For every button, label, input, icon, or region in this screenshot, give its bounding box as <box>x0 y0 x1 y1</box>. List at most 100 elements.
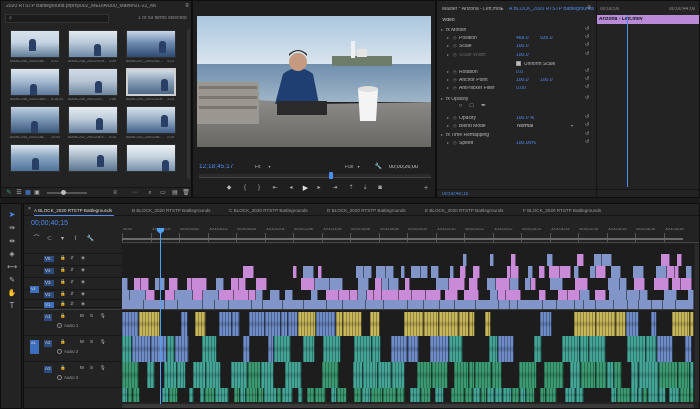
mute-button[interactable]: M <box>80 339 84 345</box>
stopwatch-icon[interactable]: ◷ <box>453 124 457 128</box>
timeline-clip[interactable] <box>494 388 503 402</box>
timeline-clip[interactable] <box>593 254 603 266</box>
wrench-icon[interactable]: 🔧 <box>375 163 382 171</box>
timeline-clip[interactable] <box>317 266 323 278</box>
timeline-clip[interactable] <box>546 388 557 402</box>
lock-icon[interactable]: 🔒 <box>60 301 66 307</box>
reset-icon[interactable]: ↺ <box>585 132 589 137</box>
timeline-clip[interactable] <box>269 290 280 300</box>
timeline-clip[interactable] <box>261 362 274 388</box>
timeline-clip[interactable] <box>616 312 627 336</box>
timeline-clip[interactable] <box>356 266 365 278</box>
stopwatch-icon[interactable]: ◷ <box>453 86 457 90</box>
chevron-right-icon[interactable]: ▸ <box>447 116 449 120</box>
timeline-clip[interactable] <box>303 300 328 309</box>
timeline-clip[interactable] <box>677 362 691 388</box>
sync-icon[interactable]: ⇵ <box>70 291 74 297</box>
lock-icon[interactable]: 🔒 <box>60 313 66 319</box>
timeline-clip[interactable] <box>434 388 444 402</box>
timeline-clip[interactable] <box>436 278 449 290</box>
timeline-clip[interactable] <box>512 388 521 402</box>
timeline-clip[interactable] <box>595 312 617 336</box>
chevron-right-icon[interactable]: ▸ <box>447 53 449 57</box>
timeline-clip[interactable] <box>204 388 216 402</box>
timeline-clip[interactable] <box>248 312 266 336</box>
source-patch-v1[interactable]: V1 <box>30 286 39 293</box>
extract-icon[interactable]: ⇣ <box>361 184 369 192</box>
chevron-right-icon[interactable]: ▸ <box>447 124 449 128</box>
timeline-clip[interactable] <box>502 388 513 402</box>
go-to-out-icon[interactable]: ⇥ <box>331 184 339 192</box>
timeline-clip[interactable] <box>548 266 560 278</box>
timeline-clip[interactable] <box>538 290 547 300</box>
program-scrub-bar[interactable] <box>199 174 431 178</box>
timeline-clip[interactable] <box>411 290 427 300</box>
timeline-clip[interactable] <box>315 312 336 336</box>
timeline-clip[interactable] <box>489 290 499 300</box>
timeline-clip[interactable] <box>389 278 400 290</box>
clip-thumbnail[interactable] <box>68 144 118 172</box>
timeline-clip[interactable] <box>473 388 481 402</box>
mute-button[interactable]: M <box>80 365 84 371</box>
timeline-clip[interactable] <box>139 312 160 336</box>
timeline-clip[interactable] <box>511 254 517 266</box>
solo-button[interactable]: S <box>90 365 93 371</box>
timeline-clip[interactable] <box>122 362 139 388</box>
timeline-clip[interactable] <box>206 362 221 388</box>
timeline-clip[interactable] <box>130 290 146 300</box>
timeline-hscroll[interactable] <box>122 404 694 408</box>
timeline-clip[interactable] <box>193 362 206 388</box>
clip-thumbnail[interactable] <box>10 30 60 58</box>
new-bin-icon[interactable]: ▭ <box>159 188 167 197</box>
play-icon[interactable]: ▶ <box>301 184 310 192</box>
clip-thumbnail[interactable] <box>126 106 176 134</box>
timeline-clip[interactable] <box>364 266 373 278</box>
effect-controls-master-tab[interactable]: Master * Arizona - Left.mov <box>442 7 502 12</box>
timeline-clip[interactable] <box>581 362 596 388</box>
timeline-clip[interactable] <box>632 266 644 278</box>
timeline-clip[interactable] <box>122 300 145 309</box>
timeline-clip[interactable] <box>215 278 224 290</box>
timeline-clip[interactable] <box>203 300 215 309</box>
pen-tool-icon[interactable]: ✎ <box>6 275 18 285</box>
timeline-clip[interactable] <box>357 290 367 300</box>
step-back-icon[interactable]: ◂ <box>287 184 295 192</box>
timeline-clip[interactable] <box>365 300 384 309</box>
timeline-clip[interactable] <box>363 362 378 388</box>
timeline-clip[interactable] <box>609 290 627 300</box>
timeline-clip[interactable] <box>188 388 195 402</box>
timeline-clip[interactable] <box>580 336 590 362</box>
zoom-slider[interactable] <box>47 192 87 194</box>
track-label[interactable]: V5 <box>44 256 54 262</box>
linked-selection-icon[interactable]: ⊂ <box>46 235 53 242</box>
timeline-clip[interactable] <box>454 362 469 388</box>
timeline-clip[interactable] <box>282 300 304 309</box>
mark-clip-icon[interactable]: } <box>255 184 263 192</box>
chevron-right-icon[interactable]: ▸ <box>447 36 449 40</box>
timeline-clip[interactable] <box>256 278 267 290</box>
timeline-clip[interactable] <box>265 312 282 336</box>
timeline-clip[interactable] <box>498 290 506 300</box>
timeline-clip[interactable] <box>174 336 189 362</box>
timeline-clip[interactable] <box>463 290 480 300</box>
effect-controls-clip-tab[interactable]: A BLOCK_2020 RTSTP Battlegrounds <box>509 7 594 12</box>
timeline-clip[interactable] <box>658 362 678 388</box>
timeline-clip[interactable] <box>166 336 175 362</box>
timeline-clip[interactable] <box>362 388 371 402</box>
timeline-clip[interactable] <box>674 266 680 278</box>
timeline-clip[interactable] <box>122 336 132 362</box>
clip-thumbnail[interactable] <box>126 144 176 172</box>
track-label[interactable]: V2 <box>44 292 54 298</box>
timeline-clip[interactable] <box>690 362 694 388</box>
timeline-clip[interactable] <box>577 254 584 266</box>
stopwatch-icon[interactable]: ◷ <box>453 44 457 48</box>
chevron-right-icon[interactable]: ▸ <box>447 141 449 145</box>
timeline-clip[interactable] <box>671 312 691 336</box>
clip-thumbnail[interactable] <box>10 106 60 134</box>
timeline-clip[interactable] <box>439 312 460 336</box>
timeline-clip[interactable] <box>335 312 344 336</box>
timeline-clip[interactable] <box>145 290 155 300</box>
timeline-clip[interactable] <box>606 362 614 388</box>
project-scrollbar[interactable] <box>187 29 190 179</box>
timeline-clip[interactable] <box>408 300 424 309</box>
